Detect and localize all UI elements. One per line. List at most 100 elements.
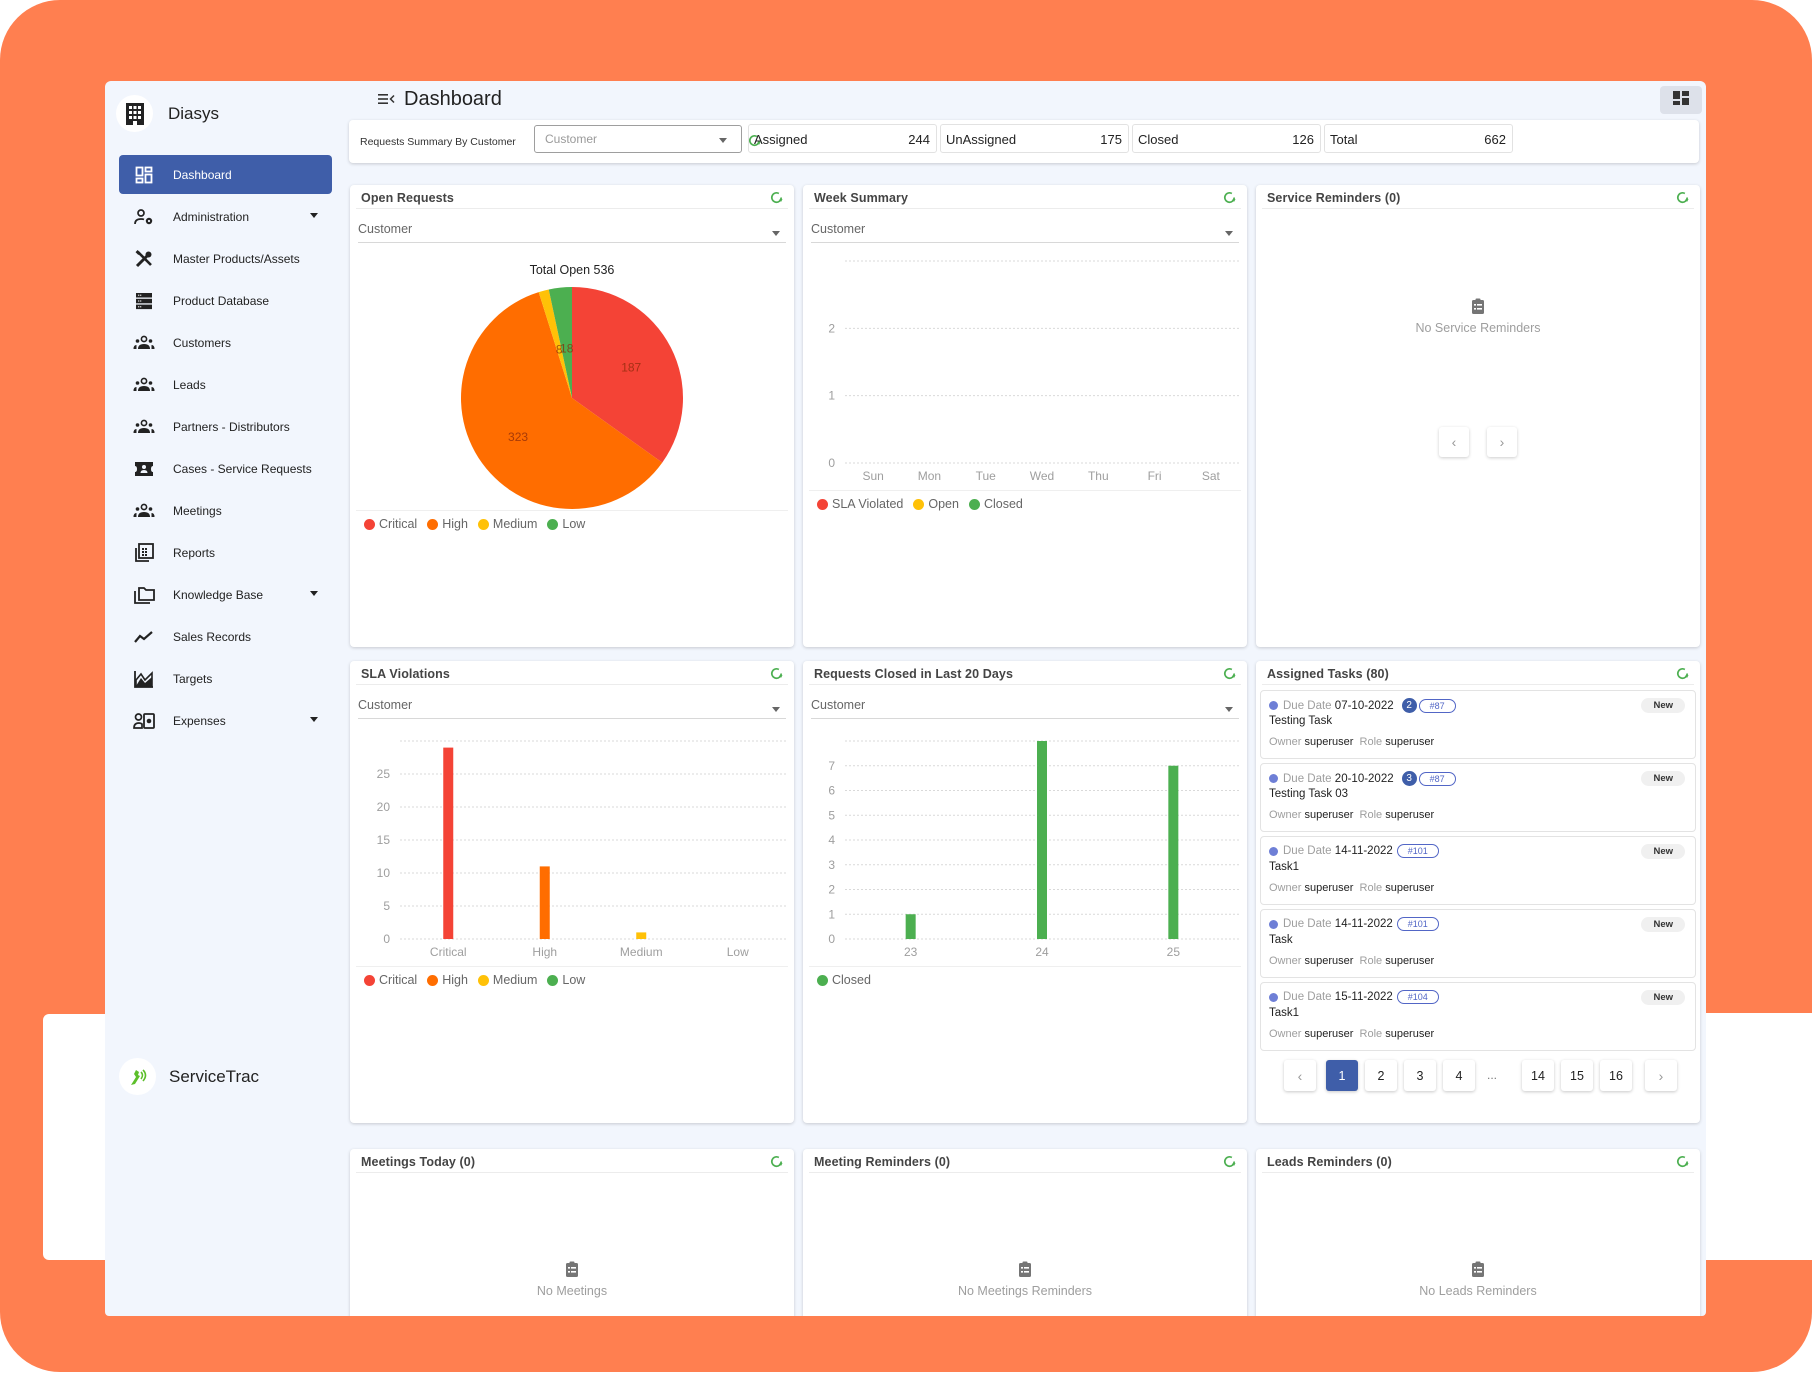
sidebar-item-customers[interactable]: Customers [119, 323, 332, 362]
request-ref-chip[interactable]: #87 [1418, 698, 1456, 713]
layout-button[interactable] [1660, 86, 1702, 114]
task-due-row: Due Date 15-11-2022 #104 [1269, 990, 1439, 1004]
legend-label: Medium [492, 973, 538, 987]
sidebar-item-product-database[interactable]: Product Database [119, 281, 332, 320]
sidebar-item-meetings[interactable]: Meetings [119, 491, 332, 530]
request-ref-chip[interactable]: #101 [1396, 844, 1439, 858]
legend-item[interactable]: Open [913, 497, 959, 511]
x-tick-label: Wed [1030, 469, 1054, 483]
legend-swatch [427, 974, 439, 986]
sidebar-item-administration[interactable]: Administration [119, 197, 332, 236]
meeting-reminders-panel: Meeting Reminders (0) No Meetings Remind… [803, 1149, 1247, 1316]
summary-customer-select[interactable]: Customer [534, 125, 742, 153]
pagination-page-1[interactable]: 1 [1326, 1060, 1358, 1091]
org-brand[interactable]: Diasys [116, 95, 219, 132]
bar-closed-23[interactable] [905, 914, 916, 939]
role-label: Role [1359, 955, 1383, 967]
sidebar-item-master-products-assets[interactable]: Master Products/Assets [119, 239, 332, 278]
y-tick-label: 1 [828, 389, 835, 403]
x-tick-label: Mon [918, 469, 941, 483]
legend-item[interactable]: Medium [477, 517, 537, 531]
ticket-icon [133, 458, 155, 480]
sidebar-item-sales-records[interactable]: Sales Records [119, 617, 332, 656]
bar-closed-24[interactable] [1037, 741, 1047, 939]
request-ref-chip[interactable]: #104 [1396, 990, 1439, 1004]
sidebar-item-targets[interactable]: Targets [119, 659, 332, 698]
background-card-right [1706, 1013, 1812, 1260]
pagination-page-2[interactable]: 2 [1365, 1060, 1397, 1091]
open-requests-panel: Open Requests Customer Total Open 536 187… [350, 185, 794, 647]
pagination-page-4[interactable]: 4 [1443, 1060, 1475, 1091]
admin-settings-icon [133, 206, 155, 228]
task-card[interactable]: Due Date 07-10-2022 2 #87 New Testing Task Ow… [1260, 690, 1696, 759]
legend-item[interactable]: Closed [817, 973, 871, 987]
refresh-icon[interactable] [1675, 190, 1690, 210]
sidebar-item-knowledge-base[interactable]: Knowledge Base [119, 575, 332, 614]
sidebar-item-label: Master Products/Assets [173, 251, 300, 266]
owner-value: superuser [1304, 882, 1354, 894]
dashboard-icon [133, 164, 155, 186]
pagination-prev-button[interactable]: ‹ [1284, 1060, 1316, 1091]
task-card[interactable]: Due Date 14-11-2022 #101 New Task1 Owner sup… [1260, 836, 1696, 905]
menu-collapse-icon[interactable] [378, 91, 396, 107]
x-tick-label: 25 [1167, 945, 1181, 959]
clipboard-list-icon [1256, 298, 1700, 317]
request-ref-chip[interactable]: #87 [1418, 771, 1456, 786]
bar-closed-25[interactable] [1168, 765, 1179, 939]
previous-button[interactable]: ‹ [1439, 427, 1469, 457]
stat-value: 662 [1484, 132, 1506, 147]
pagination-page-3[interactable]: 3 [1404, 1060, 1436, 1091]
legend-swatch [547, 974, 559, 986]
task-card[interactable]: Due Date 20-10-2022 3 #87 New Testing Task 0… [1260, 763, 1696, 832]
legend-item[interactable]: Low [547, 517, 585, 531]
sidebar-item-reports[interactable]: Reports [119, 533, 332, 572]
pagination-page-16[interactable]: 16 [1600, 1060, 1632, 1091]
sidebar-item-leads[interactable]: Leads [119, 365, 332, 404]
sidebar-item-dashboard[interactable]: Dashboard [119, 155, 332, 194]
task-card[interactable]: Due Date 14-11-2022 #101 New Task Owner supe… [1260, 909, 1696, 978]
pagination-next-button[interactable]: › [1645, 1060, 1677, 1091]
reports-icon [133, 542, 155, 564]
chart-legend: Closed [809, 966, 1241, 993]
next-button[interactable]: › [1487, 427, 1517, 457]
legend-item[interactable]: Critical [364, 973, 417, 987]
product-name: ServiceTrac [169, 1066, 260, 1086]
refresh-icon[interactable] [1675, 666, 1690, 686]
sidebar-item-label: Customers [173, 335, 232, 350]
x-tick-label: Low [727, 945, 749, 959]
x-tick-label: Sun [862, 469, 883, 483]
refresh-icon[interactable] [769, 1154, 784, 1174]
refresh-icon[interactable] [1675, 1154, 1690, 1174]
legend-item[interactable]: Low [547, 973, 585, 987]
legend-item[interactable]: High [427, 973, 468, 987]
sidebar-item-label: Cases - Service Requests [173, 461, 312, 476]
role-label: Role [1359, 882, 1383, 894]
legend-item[interactable]: Closed [968, 497, 1023, 511]
bar-medium[interactable] [636, 932, 647, 939]
task-meta: Owner superuser Role superuser [1269, 955, 1434, 967]
sidebar-item-expenses[interactable]: Expenses [119, 701, 332, 740]
bar-critical[interactable] [443, 747, 454, 939]
panel-title: Assigned Tasks (80) [1267, 667, 1389, 681]
empty-state: No Leads Reminders [1256, 1261, 1700, 1298]
legend-item[interactable]: Critical [364, 517, 417, 531]
sidebar: Diasys Dashboard Administration Master Pro… [105, 81, 345, 1316]
legend-label: Closed [983, 497, 1023, 511]
sidebar-item-cases-service-requests[interactable]: Cases - Service Requests [119, 449, 332, 488]
task-due-row: Due Date 07-10-2022 2 #87 [1269, 698, 1456, 713]
legend-item[interactable]: SLA Violated [817, 497, 903, 511]
y-tick-label: 0 [828, 932, 835, 946]
legend-label: High [442, 973, 468, 987]
request-ref-chip[interactable]: #101 [1396, 917, 1439, 931]
y-tick-label: 0 [383, 932, 390, 946]
bar-high[interactable] [539, 866, 550, 939]
due-date-value: 15-11-2022 [1334, 991, 1393, 1003]
stat-assigned: Assigned 244 [748, 124, 937, 153]
pagination-page-15[interactable]: 15 [1561, 1060, 1593, 1091]
pagination-page-14[interactable]: 14 [1522, 1060, 1554, 1091]
refresh-icon[interactable] [1222, 1154, 1237, 1174]
sidebar-item-partners-distributors[interactable]: Partners - Distributors [119, 407, 332, 446]
task-card[interactable]: Due Date 15-11-2022 #104 New Task1 Owner sup… [1260, 982, 1696, 1051]
legend-item[interactable]: High [427, 517, 468, 531]
legend-item[interactable]: Medium [477, 973, 538, 987]
